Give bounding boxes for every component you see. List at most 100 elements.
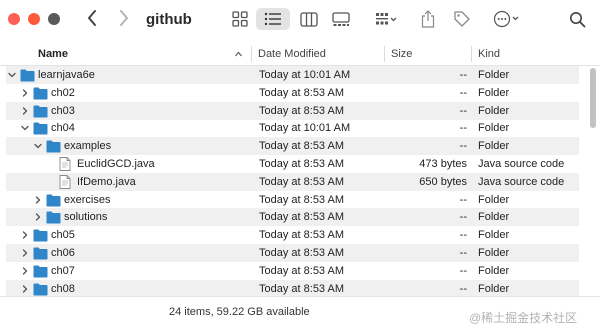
folder-row[interactable]: ch04 Today at 10:01 AM -- Folder [6,119,579,137]
zoom-window-button[interactable] [48,13,60,25]
item-name: IfDemo.java [77,175,136,188]
disclosure-expanded-icon[interactable] [7,66,17,84]
item-name: EuclidGCD.java [77,158,155,170]
item-date-modified: Today at 8:53 AM [259,175,344,188]
disclosure-collapsed-icon[interactable] [20,280,30,298]
item-name: ch05 [51,229,75,242]
item-kind: Folder [478,140,510,153]
icon-view-button[interactable] [232,8,248,30]
search-icon [569,11,585,27]
folder-row[interactable]: solutions Today at 8:53 AM -- Folder [6,208,579,227]
item-date-modified: Today at 8:53 AM [259,211,344,224]
folder-icon [46,139,61,153]
item-size: -- [459,69,467,81]
file-row[interactable]: IfDemo.java Today at 8:53 AM 650 bytes Java… [6,172,579,191]
kind-column-header[interactable]: Kind [478,43,500,65]
item-name: examples [64,140,112,153]
disclosure-collapsed-icon[interactable] [20,262,30,280]
folder-row[interactable]: ch07 Today at 8:53 AM -- Folder [6,262,579,280]
item-kind: Folder [478,122,510,135]
item-date-modified: Today at 10:01 AM [259,69,351,81]
disclosure-collapsed-icon[interactable] [33,191,43,209]
item-kind: Java source code [478,175,565,188]
toolbar: github [0,0,600,40]
folder-icon [33,246,48,260]
column-divider[interactable] [471,46,472,62]
item-date-modified: Today at 8:53 AM [259,264,344,277]
disclosure-collapsed-icon[interactable] [20,84,30,102]
item-kind: Folder [478,264,510,277]
folder-row[interactable]: exercises Today at 8:53 AM -- Folder [6,191,579,209]
item-name: learnjava6e [38,69,95,81]
share-icon [421,10,435,28]
window-title: github [146,11,192,28]
status-text: 24 items, 59.22 GB available [169,306,310,318]
forward-button[interactable] [118,8,130,33]
folder-icon [33,282,48,296]
item-size: -- [459,247,467,259]
item-size: 650 bytes [419,175,467,188]
disclosure-collapsed-icon[interactable] [33,208,43,226]
item-kind: Folder [478,282,510,295]
column-view-icon [300,11,318,27]
date-modified-column-header[interactable]: Date Modified [258,43,326,65]
column-divider[interactable] [251,46,252,62]
folder-icon [33,121,48,135]
item-size: -- [459,193,467,206]
close-window-button[interactable] [8,13,20,25]
item-size: -- [459,211,467,224]
gallery-view-button[interactable] [332,8,350,30]
folder-icon [33,86,48,100]
column-divider[interactable] [384,46,385,62]
item-kind: Folder [478,86,510,99]
disclosure-collapsed-icon[interactable] [20,226,30,244]
folder-row[interactable]: examples Today at 8:53 AM -- Folder [6,137,579,156]
vertical-scrollbar[interactable] [590,68,596,128]
minimize-window-button[interactable] [28,13,40,25]
item-kind: Folder [478,69,510,81]
item-size: -- [459,140,467,153]
disclosure-expanded-icon[interactable] [33,137,43,155]
file-row[interactable]: EuclidGCD.java Today at 8:53 AM 473 bytes J… [6,155,579,173]
search-button[interactable] [568,8,586,30]
disclosure-collapsed-icon[interactable] [20,102,30,120]
list-view-button[interactable] [256,8,290,30]
item-kind: Folder [478,211,510,224]
more-button[interactable] [492,8,522,30]
item-kind: Java source code [478,158,565,170]
folder-icon [20,68,35,82]
tag-button[interactable] [452,8,472,30]
size-column-header[interactable]: Size [391,43,412,65]
sort-ascending-icon [234,43,243,65]
document-icon [59,157,71,171]
item-kind: Folder [478,193,510,206]
folder-row[interactable]: ch02 Today at 8:53 AM -- Folder [6,84,579,102]
item-size: -- [459,86,467,99]
back-button[interactable] [86,8,98,33]
item-date-modified: Today at 8:53 AM [259,229,344,242]
item-size: -- [459,264,467,277]
chevron-left-icon [88,10,96,26]
item-name: ch07 [51,264,75,277]
share-button[interactable] [420,8,436,30]
folder-row[interactable]: ch03 Today at 8:53 AM -- Folder [6,101,579,120]
folder-row[interactable]: ch05 Today at 8:53 AM -- Folder [6,226,579,244]
item-kind: Folder [478,247,510,259]
folder-row[interactable]: learnjava6e Today at 10:01 AM -- Folder [6,66,579,84]
watermark: @稀土掘金技术社区 [469,311,578,325]
disclosure-collapsed-icon[interactable] [20,244,30,262]
gallery-view-icon [332,11,350,26]
item-name: ch02 [51,86,75,99]
group-button[interactable] [368,8,404,30]
disclosure-expanded-icon[interactable] [20,119,30,137]
item-size: -- [459,229,467,242]
folder-icon [33,104,48,118]
item-date-modified: Today at 8:53 AM [259,104,344,117]
chevron-right-icon [120,10,128,26]
more-icon [493,10,519,28]
folder-row[interactable]: ch06 Today at 8:53 AM -- Folder [6,244,579,262]
document-icon [59,174,71,189]
name-column-header[interactable]: Name [38,43,68,65]
column-view-button[interactable] [300,8,318,30]
folder-row[interactable]: ch08 Today at 8:53 AM -- Folder [6,279,579,298]
